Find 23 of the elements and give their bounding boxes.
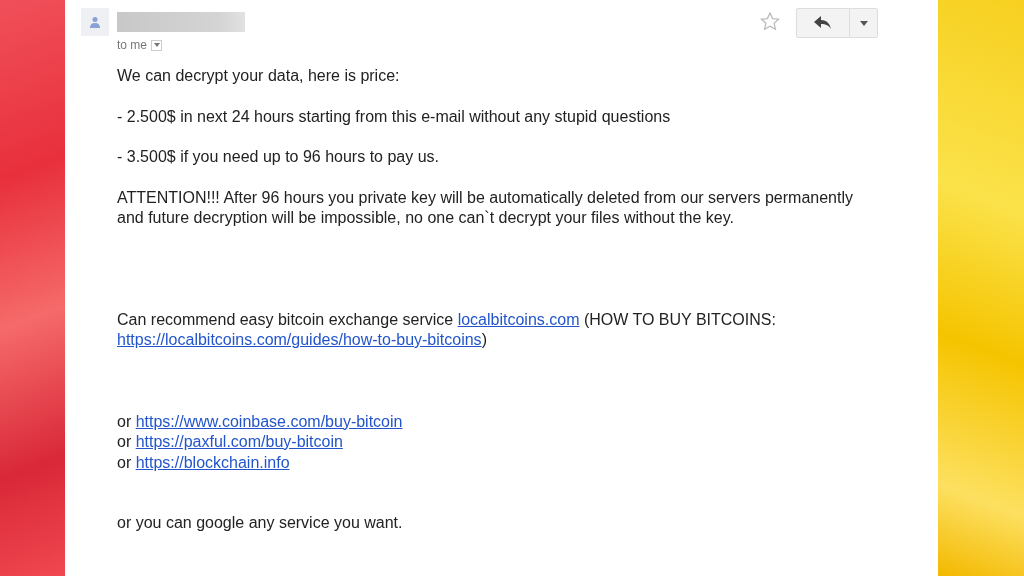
avatar-icon xyxy=(81,8,109,36)
email-paragraph: ATTENTION!!! After 96 hours you private key will be automatically deleted from our servers permanently and future decryption will be impossible, no one can`t decrypt your files without the key. xyxy=(117,187,854,228)
email-link[interactable]: localbitcoins.com xyxy=(457,310,580,328)
email-paragraph: Can recommend easy bitcoin exchange service localbitcoins.com (HOW TO BUY BITCOINS: https://localbitcoins.com/guides/how-to-buy-bitcoins) xyxy=(117,309,777,350)
reply-button[interactable] xyxy=(796,8,850,38)
email-paragraph: - 2.500$ in next 24 hours starting from this e-mail without any stupid questions xyxy=(117,106,672,127)
recipient-label: to me xyxy=(117,37,147,54)
email-link[interactable]: https://www.coinbase.com/buy-bitcoin xyxy=(135,412,403,430)
email-paragraph: or https://paxful.com/buy-bitcoin xyxy=(117,432,344,452)
details-dropdown[interactable] xyxy=(151,39,162,51)
email-paragraph: or https://blockchain.info xyxy=(117,452,291,473)
caret-icon xyxy=(859,20,868,26)
email-paragraph: or you can google any service you want. xyxy=(117,513,404,533)
email-link[interactable]: https://blockchain.info xyxy=(135,453,290,471)
reply-icon xyxy=(814,16,832,30)
email-link[interactable]: https://paxful.com/buy-bitcoin xyxy=(135,433,343,450)
email-link[interactable]: https://localbitcoins.com/guides/how-to-buy-bitcoins xyxy=(117,331,482,348)
email-paragraph: We can decrypt your data, here is price: xyxy=(117,66,401,86)
email-paragraph: or https://www.coinbase.com/buy-bitcoin xyxy=(117,411,404,432)
caret-icon xyxy=(153,43,160,47)
star-icon[interactable] xyxy=(760,12,780,32)
email-paragraph: - 3.500$ if you need up to 96 hours to pay us. xyxy=(117,147,440,167)
more-button[interactable] xyxy=(850,8,878,38)
